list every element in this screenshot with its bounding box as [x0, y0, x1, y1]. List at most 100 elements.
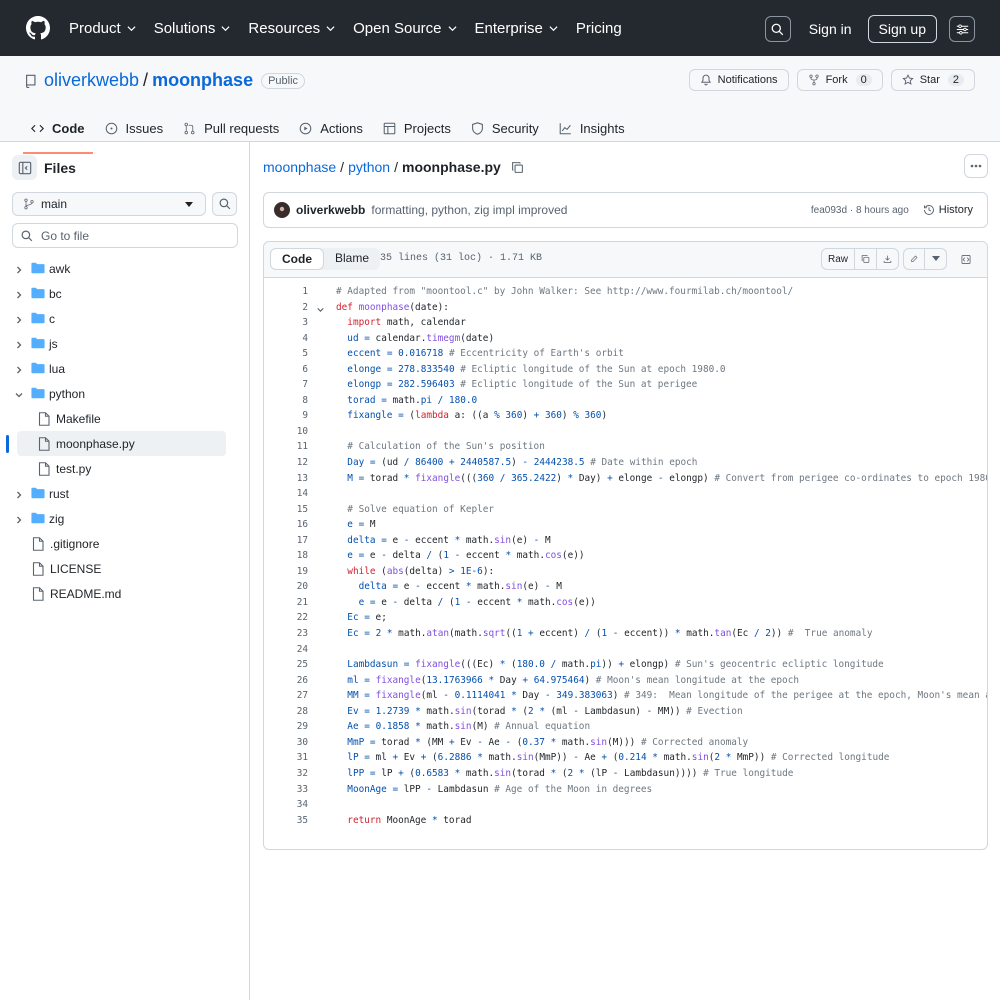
line-number[interactable]: 8: [286, 393, 308, 409]
download-button[interactable]: [877, 248, 899, 270]
tab-insights[interactable]: Insights: [559, 116, 625, 140]
tree-folder[interactable]: js: [0, 331, 250, 356]
chevron-right-icon[interactable]: [14, 489, 24, 499]
line-number[interactable]: 21: [286, 595, 308, 611]
tab-pull-requests[interactable]: Pull requests: [183, 116, 279, 140]
chevron-right-icon[interactable]: [14, 314, 24, 324]
nav-pricing[interactable]: Pricing: [576, 19, 622, 37]
line-number[interactable]: 11: [286, 439, 308, 455]
nav-resources[interactable]: Resources: [248, 19, 335, 37]
tree-folder[interactable]: awk: [0, 256, 250, 281]
line-number[interactable]: 7: [286, 377, 308, 393]
chevron-down-icon[interactable]: [14, 389, 24, 399]
fork-button[interactable]: Fork 0: [796, 69, 883, 91]
commit-sha[interactable]: fea093d: [811, 205, 847, 216]
blame-view-tab[interactable]: Blame: [324, 248, 380, 270]
copy-raw-button[interactable]: [855, 248, 877, 270]
line-number[interactable]: 10: [286, 424, 308, 440]
symbols-panel-button[interactable]: [955, 248, 977, 270]
collapse-sidebar-button[interactable]: [12, 155, 37, 180]
chevron-right-icon[interactable]: [14, 514, 24, 524]
line-number[interactable]: 5: [286, 346, 308, 362]
star-button[interactable]: Star 2: [890, 69, 975, 91]
search-button[interactable]: [764, 16, 791, 42]
line-number[interactable]: 9: [286, 408, 308, 424]
chevron-right-icon[interactable]: [14, 264, 24, 274]
line-number[interactable]: 27: [286, 688, 308, 704]
line-number[interactable]: 17: [286, 533, 308, 549]
tree-file[interactable]: LICENSE: [0, 556, 250, 581]
breadcrumb-root-link[interactable]: moonphase: [263, 159, 336, 175]
more-options-button[interactable]: [964, 154, 988, 178]
code-view-tab[interactable]: Code: [270, 248, 324, 270]
line-number[interactable]: 3: [286, 315, 308, 331]
file-search-button[interactable]: [212, 192, 237, 216]
line-number[interactable]: 16: [286, 517, 308, 533]
line-number[interactable]: 30: [286, 735, 308, 751]
line-number[interactable]: 29: [286, 719, 308, 735]
chevron-right-icon[interactable]: [14, 339, 24, 349]
notifications-button[interactable]: Notifications: [688, 69, 789, 91]
tree-file[interactable]: test.py: [0, 456, 250, 481]
line-number[interactable]: 18: [286, 548, 308, 564]
line-number[interactable]: 24: [286, 642, 308, 658]
tree-folder[interactable]: rust: [0, 481, 250, 506]
tree-file[interactable]: README.md: [0, 581, 250, 606]
line-number[interactable]: 14: [286, 486, 308, 502]
tree-file[interactable]: Makefile: [0, 406, 250, 431]
tab-security[interactable]: Security: [471, 116, 539, 140]
tree-file[interactable]: moonphase.py: [6, 431, 226, 456]
tree-folder[interactable]: bc: [0, 281, 250, 306]
line-number[interactable]: 19: [286, 564, 308, 580]
tab-projects[interactable]: Projects: [383, 116, 451, 140]
tree-folder[interactable]: c: [0, 306, 250, 331]
branch-selector[interactable]: main: [12, 192, 206, 216]
line-number[interactable]: 26: [286, 673, 308, 689]
tree-folder[interactable]: python: [0, 381, 250, 406]
go-to-file-input[interactable]: Go to file: [12, 223, 238, 248]
line-number[interactable]: 2: [286, 300, 308, 316]
tab-issues[interactable]: Issues: [105, 116, 163, 140]
repo-name-link[interactable]: moonphase: [152, 70, 253, 91]
tree-folder[interactable]: zig: [0, 506, 250, 531]
tree-file[interactable]: .gitignore: [0, 531, 250, 556]
line-number[interactable]: 1: [286, 284, 308, 300]
line-number[interactable]: 35: [286, 813, 308, 829]
github-logo-icon[interactable]: [26, 16, 50, 40]
edit-options-button[interactable]: [925, 248, 947, 270]
chevron-right-icon[interactable]: [14, 289, 24, 299]
history-button[interactable]: History: [923, 204, 973, 216]
line-number[interactable]: 31: [286, 750, 308, 766]
line-number[interactable]: 12: [286, 455, 308, 471]
nav-product[interactable]: Product: [69, 19, 136, 37]
line-number[interactable]: 20: [286, 579, 308, 595]
commit-message[interactable]: formatting, python, zig impl improved: [371, 203, 567, 217]
settings-button[interactable]: [949, 16, 975, 42]
line-number[interactable]: 13: [286, 471, 308, 487]
line-number[interactable]: 33: [286, 782, 308, 798]
line-number[interactable]: 15: [286, 502, 308, 518]
tree-folder[interactable]: lua: [0, 356, 250, 381]
edit-button[interactable]: [903, 248, 925, 270]
sign-up-button[interactable]: Sign up: [867, 15, 937, 43]
sign-in-link[interactable]: Sign in: [809, 21, 852, 37]
nav-enterprise[interactable]: Enterprise: [475, 19, 558, 37]
line-number[interactable]: 32: [286, 766, 308, 782]
nav-open-source[interactable]: Open Source: [353, 19, 457, 37]
avatar[interactable]: [274, 202, 290, 218]
line-number[interactable]: 4: [286, 331, 308, 347]
commit-author[interactable]: oliverkwebb: [296, 203, 365, 217]
tab-code[interactable]: Code: [23, 116, 92, 154]
line-number[interactable]: 6: [286, 362, 308, 378]
line-number[interactable]: 22: [286, 610, 308, 626]
line-number[interactable]: 23: [286, 626, 308, 642]
breadcrumb-dir-link[interactable]: python: [348, 159, 390, 175]
line-number[interactable]: 28: [286, 704, 308, 720]
chevron-right-icon[interactable]: [14, 364, 24, 374]
nav-solutions[interactable]: Solutions: [154, 19, 231, 37]
raw-button[interactable]: Raw: [820, 248, 855, 270]
repo-owner-link[interactable]: oliverkwebb: [44, 70, 139, 91]
tab-actions[interactable]: Actions: [299, 116, 363, 140]
line-number[interactable]: 34: [286, 797, 308, 813]
copy-path-icon[interactable]: [511, 161, 524, 174]
